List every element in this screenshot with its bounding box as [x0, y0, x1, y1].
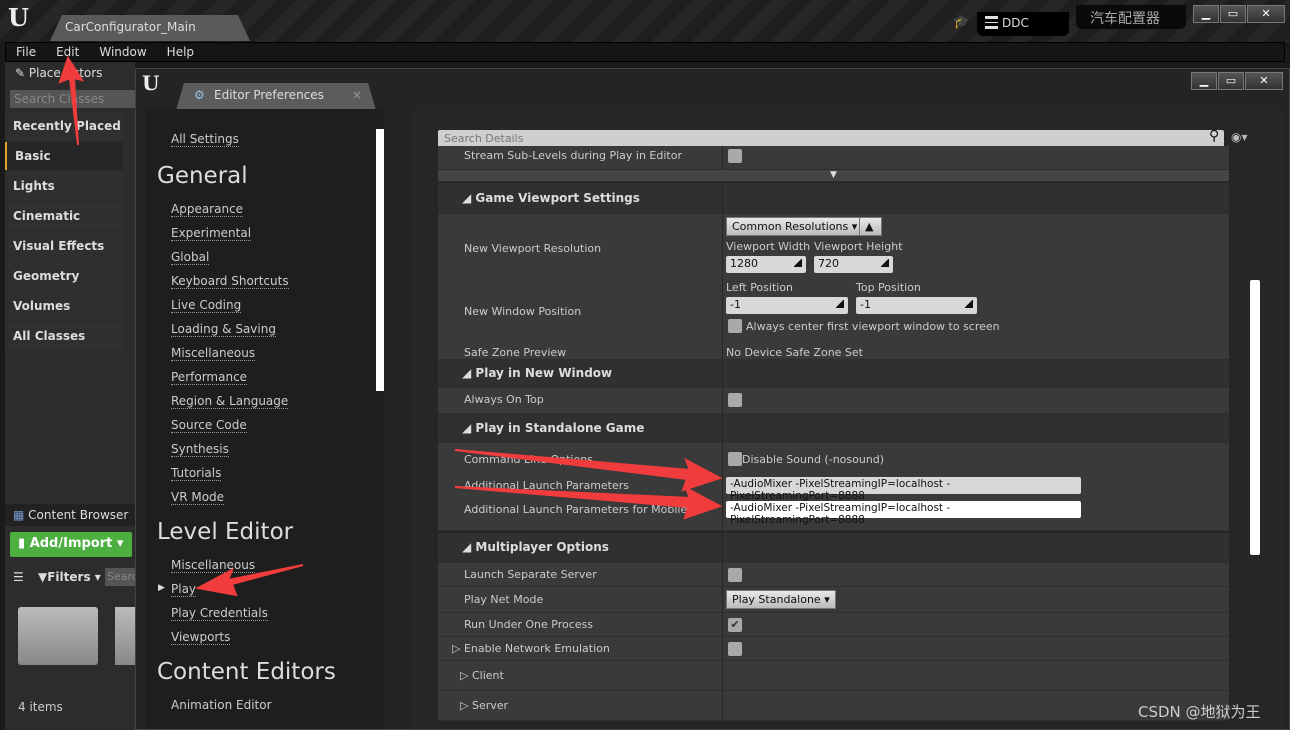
- red-arrow-edit: [58, 55, 85, 146]
- red-arrow-play: [194, 564, 304, 597]
- annotation-arrows: [58, 55, 723, 597]
- red-arrow-launch: [454, 449, 723, 492]
- watermark: CSDN @地狱为王: [1138, 703, 1261, 721]
- red-arrow-launch-mobile: [454, 485, 723, 520]
